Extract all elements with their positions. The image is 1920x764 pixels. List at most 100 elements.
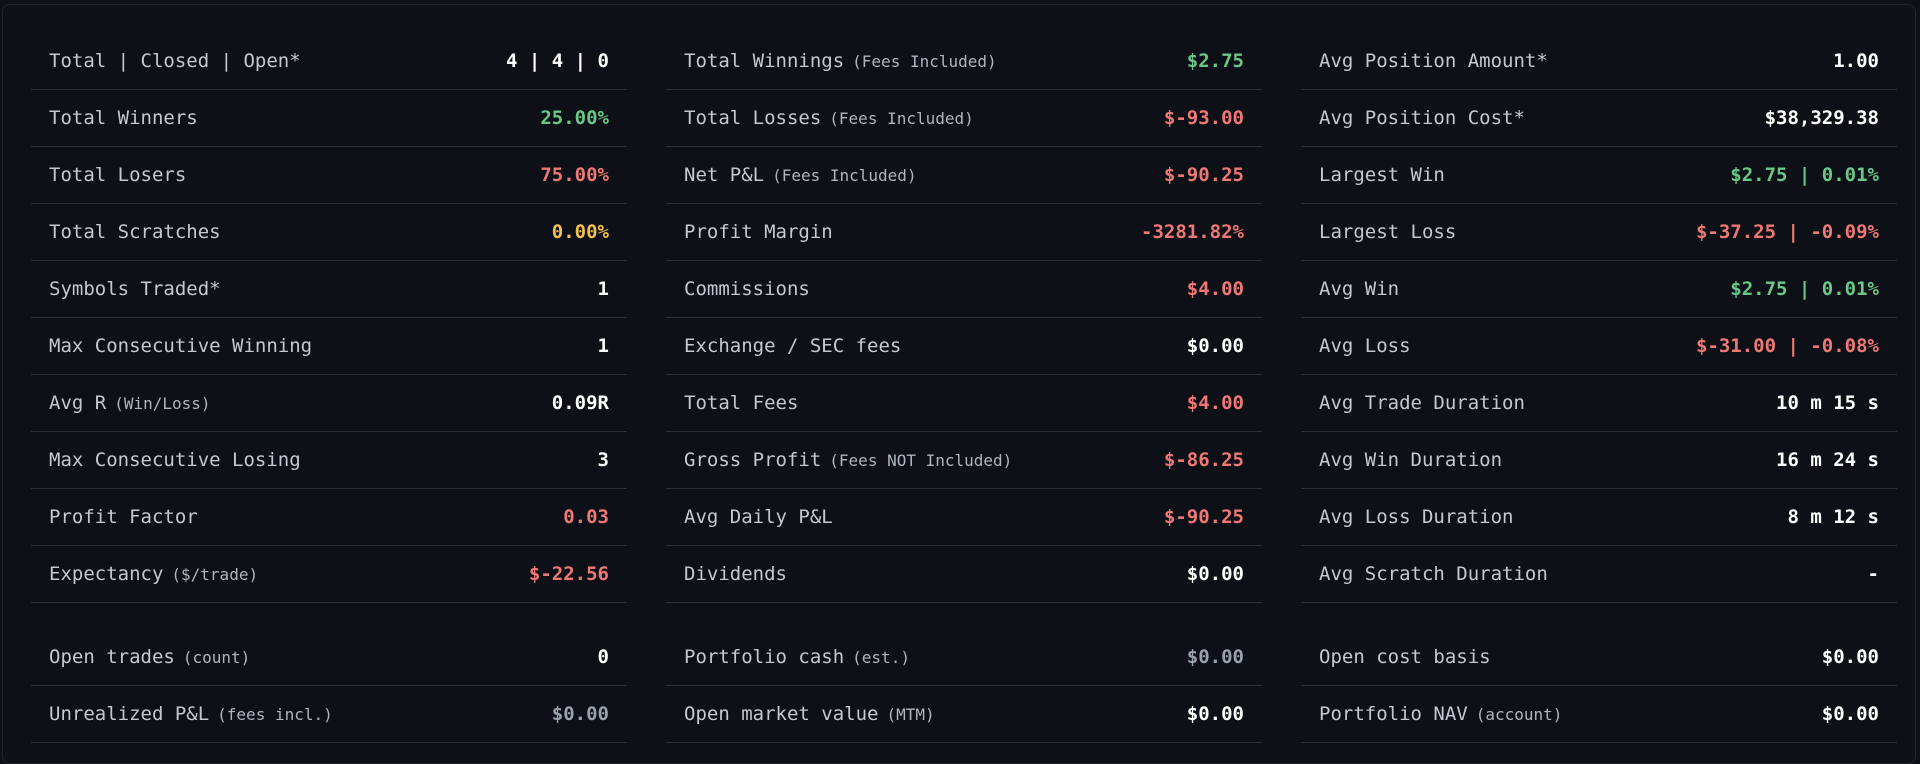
stat-label-text: Avg Win (1319, 278, 1400, 300)
stat-value: $-86.25 (1163, 449, 1244, 471)
stat-label-text: Avg Position Amount* (1319, 50, 1548, 72)
stat-label-text: Exchange / SEC fees (684, 335, 902, 357)
stat-row: Avg Win $2.75 | 0.01% (1301, 261, 1897, 318)
stats-column-2: Total Winnings (Fees Included) $2.75 Total … (666, 33, 1262, 743)
stat-row: Gross Profit (Fees NOT Included) $-86.25 (666, 432, 1262, 489)
stat-label: Open cost basis (1319, 646, 1491, 668)
stat-label-text: Symbols Traded* (49, 278, 221, 300)
stat-row: Largest Loss $-37.25 | -0.09% (1301, 204, 1897, 261)
stat-label: Portfolio cash (est.) (684, 646, 910, 668)
stat-label: Exchange / SEC fees (684, 335, 901, 357)
stat-row: Avg Loss Duration 8 m 12 s (1301, 489, 1897, 546)
stat-label-text: Total Fees (684, 392, 799, 414)
stat-value: $-22.56 (528, 563, 609, 585)
stat-label: Total Losers (49, 164, 186, 186)
stat-label-text: Total Scratches (49, 221, 221, 243)
stat-label: Total Scratches (49, 221, 221, 243)
stat-value: $2.75 (1186, 50, 1244, 72)
stat-label: Commissions (684, 278, 810, 300)
stat-label-qualifier: (count) (182, 648, 251, 667)
stat-label-qualifier: ($/trade) (171, 565, 259, 584)
stat-label-text: Expectancy (49, 563, 164, 585)
stat-label-qualifier: (MTM) (886, 705, 935, 724)
stat-value: $-31.00 | -0.08% (1695, 335, 1879, 357)
stat-label: Expectancy ($/trade) (49, 563, 258, 585)
stat-label: Profit Margin (684, 221, 833, 243)
stat-value: $-37.25 | -0.09% (1695, 221, 1879, 243)
stat-label: Avg Position Cost* (1319, 107, 1525, 129)
stat-row: Avg Loss $-31.00 | -0.08% (1301, 318, 1897, 375)
stat-label: Max Consecutive Winning (49, 335, 312, 357)
open-position-stat-row: Open cost basis $0.00 (1301, 629, 1897, 686)
stat-label: Dividends (684, 563, 787, 585)
stat-label-qualifier: (fees incl.) (217, 705, 333, 724)
stat-label-text: Gross Profit (684, 449, 822, 471)
stat-row: Expectancy ($/trade) $-22.56 (31, 546, 627, 603)
stat-label-text: Max Consecutive Losing (49, 449, 301, 471)
stat-label: Total Winners (49, 107, 198, 129)
stat-row: Avg Scratch Duration - (1301, 546, 1897, 603)
stat-row: Symbols Traded* 1 (31, 261, 627, 318)
stat-label-text: Avg Trade Duration (1319, 392, 1525, 414)
stat-label-text: Open cost basis (1319, 646, 1491, 668)
open-position-stat-row: Open market value (MTM) $0.00 (666, 686, 1262, 743)
stat-label-text: Open market value (684, 703, 879, 725)
stat-value: 1 (597, 335, 609, 357)
stat-label-text: Portfolio NAV (1319, 703, 1468, 725)
stat-row: Total Losses (Fees Included) $-93.00 (666, 90, 1262, 147)
stat-label-text: Largest Win (1319, 164, 1445, 186)
stat-value: 0.00% (551, 221, 609, 243)
stat-label: Total Losses (Fees Included) (684, 107, 974, 129)
stat-value: $0.00 (1186, 563, 1244, 585)
stat-label: Portfolio NAV (account) (1319, 703, 1562, 725)
stat-label-text: Total Winners (49, 107, 198, 129)
stat-label-text: Dividends (684, 563, 787, 585)
stat-label: Avg Scratch Duration (1319, 563, 1548, 585)
open-position-stat-row: Portfolio cash (est.) $0.00 (666, 629, 1262, 686)
stat-value: $-93.00 (1163, 107, 1244, 129)
stat-row: Avg Position Amount* 1.00 (1301, 33, 1897, 90)
stat-label-text: Profit Margin (684, 221, 833, 243)
stat-value: 3 (597, 449, 609, 471)
stat-label-text: Net P&L (684, 164, 765, 186)
stat-value: $4.00 (1186, 278, 1244, 300)
stat-label: Avg R (Win/Loss) (49, 392, 211, 414)
stat-row: Avg Win Duration 16 m 24 s (1301, 432, 1897, 489)
stat-value: - (1867, 563, 1879, 585)
stat-row: Total Winnings (Fees Included) $2.75 (666, 33, 1262, 90)
stat-row: Max Consecutive Winning 1 (31, 318, 627, 375)
stat-label: Total Winnings (Fees Included) (684, 50, 997, 72)
stat-value: 16 m 24 s (1776, 449, 1879, 471)
stat-label-text: Avg R (49, 392, 107, 414)
stat-value: $-90.25 (1163, 164, 1244, 186)
stat-value: $38,329.38 (1764, 107, 1879, 129)
stat-label-text: Profit Factor (49, 506, 198, 528)
stat-label-qualifier: (est.) (852, 648, 910, 667)
stat-value: $0.00 (1821, 703, 1879, 725)
stat-label: Avg Win (1319, 278, 1399, 300)
stat-label: Gross Profit (Fees NOT Included) (684, 449, 1012, 471)
stat-label: Largest Loss (1319, 221, 1456, 243)
stat-label: Net P&L (Fees Included) (684, 164, 917, 186)
stat-label-text: Avg Loss Duration (1319, 506, 1514, 528)
stat-label-text: Avg Loss (1319, 335, 1411, 357)
stat-label: Avg Trade Duration (1319, 392, 1525, 414)
stat-label-text: Portfolio cash (684, 646, 845, 668)
stat-label-text: Total Losses (684, 107, 822, 129)
stat-label: Profit Factor (49, 506, 198, 528)
stat-label-qualifier: (Fees Included) (829, 109, 974, 128)
stat-row: Total Fees $4.00 (666, 375, 1262, 432)
stat-row: Profit Factor 0.03 (31, 489, 627, 546)
stat-label: Open trades (count) (49, 646, 250, 668)
stat-row: Avg Daily P&L $-90.25 (666, 489, 1262, 546)
stat-label-qualifier: (Fees NOT Included) (829, 451, 1013, 470)
stat-label-qualifier: (Fees Included) (852, 52, 997, 71)
stat-label: Unrealized P&L (fees incl.) (49, 703, 333, 725)
stat-value: 8 m 12 s (1787, 506, 1879, 528)
stat-label: Total | Closed | Open* (49, 50, 301, 72)
stat-label-qualifier: (Win/Loss) (114, 394, 211, 413)
stat-label: Symbols Traded* (49, 278, 221, 300)
stats-column-3: Avg Position Amount* 1.00 Avg Position Cos… (1301, 33, 1897, 743)
